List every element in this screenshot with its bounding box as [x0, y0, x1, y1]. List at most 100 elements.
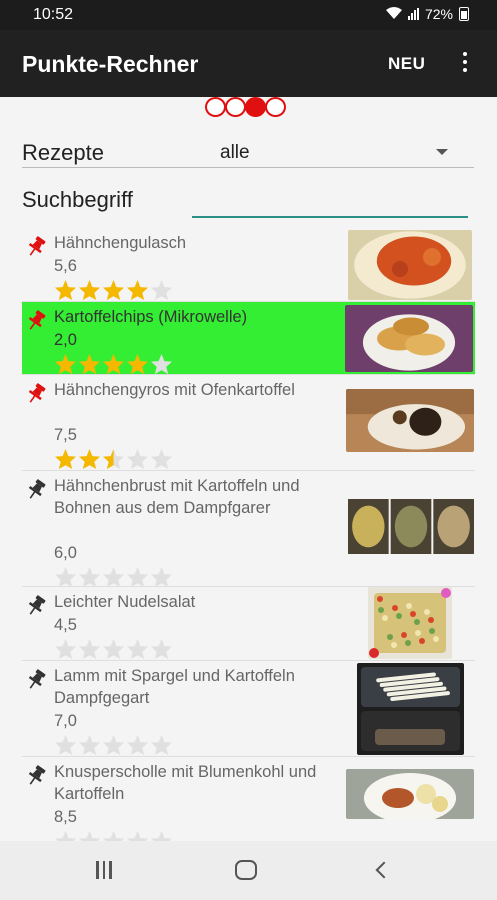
- recipe-filter-row: Rezepte alle: [22, 138, 474, 168]
- wifi-icon: [385, 6, 402, 22]
- pin-icon[interactable]: [26, 669, 46, 691]
- star-empty-icon[interactable]: [78, 638, 101, 660]
- recipe-points: 6,0: [54, 544, 77, 562]
- recipe-photo: [346, 389, 474, 452]
- recipe-filter-dropdown[interactable]: alle: [220, 142, 250, 164]
- recipe-points: 5,6: [54, 257, 77, 275]
- recipe-points: 7,0: [54, 712, 77, 730]
- recipe-filter-label: Rezepte: [22, 140, 104, 165]
- star-empty-icon[interactable]: [102, 566, 125, 588]
- pin-icon[interactable]: [26, 236, 46, 258]
- search-input[interactable]: [192, 184, 468, 218]
- rating-stars[interactable]: [54, 353, 173, 375]
- recipe-name: Hähnchenbrust mit Kartoffeln und Bohnen …: [54, 477, 300, 517]
- rating-stars[interactable]: [54, 566, 173, 588]
- recipe-list-item[interactable]: Leichter Nudelsalat 4,5: [22, 587, 475, 661]
- pin-icon[interactable]: [26, 765, 46, 787]
- recipe-name: Knusperscholle mit Blumenkohl und Kartof…: [54, 763, 317, 803]
- recipe-list-item[interactable]: Hähnchenbrust mit Kartoffeln und Bohnen …: [22, 471, 475, 588]
- recipe-list-item[interactable]: Kartoffelchips (Mikrowelle) 2,0: [22, 302, 475, 375]
- signal-icon: [407, 8, 419, 20]
- recipe-name: Hähnchengulasch: [54, 234, 187, 252]
- star-empty-icon[interactable]: [150, 566, 173, 588]
- star-filled-icon[interactable]: [126, 279, 149, 301]
- recipe-points: 2,0: [54, 331, 77, 349]
- star-filled-icon[interactable]: [54, 448, 77, 470]
- star-empty-icon[interactable]: [102, 734, 125, 756]
- recipe-photo: [368, 587, 452, 659]
- star-half-icon[interactable]: [102, 448, 125, 470]
- star-filled-icon[interactable]: [54, 353, 77, 375]
- star-empty-icon[interactable]: [102, 638, 125, 660]
- star-filled-icon[interactable]: [78, 279, 101, 301]
- star-empty-icon[interactable]: [78, 734, 101, 756]
- pin-icon[interactable]: [26, 310, 46, 332]
- star-empty-icon[interactable]: [126, 638, 149, 660]
- recipe-points: 7,5: [54, 426, 77, 444]
- star-empty-icon[interactable]: [78, 566, 101, 588]
- star-empty-icon[interactable]: [150, 734, 173, 756]
- app-bar: Punkte-Rechner NEU: [0, 30, 497, 97]
- status-icons: 72%: [385, 6, 469, 22]
- star-filled-icon[interactable]: [54, 279, 77, 301]
- page-indicator: [205, 97, 286, 117]
- rating-stars[interactable]: [54, 279, 173, 301]
- battery-icon: [459, 7, 469, 21]
- page-dot[interactable]: [265, 97, 286, 117]
- recipe-photo: [357, 663, 464, 755]
- star-filled-icon[interactable]: [78, 353, 101, 375]
- recipe-list-item[interactable]: Lamm mit Spargel und Kartoffeln Dampfgeg…: [22, 661, 475, 757]
- star-empty-icon[interactable]: [150, 638, 173, 660]
- star-empty-icon[interactable]: [54, 638, 77, 660]
- star-empty-icon[interactable]: [150, 830, 173, 841]
- star-empty-icon[interactable]: [126, 830, 149, 841]
- new-button[interactable]: NEU: [388, 54, 425, 74]
- star-empty-icon[interactable]: [78, 830, 101, 841]
- star-empty-icon[interactable]: [126, 448, 149, 470]
- star-empty-icon[interactable]: [126, 566, 149, 588]
- pin-icon[interactable]: [26, 383, 46, 405]
- recipe-photo: [347, 499, 475, 554]
- star-empty-icon[interactable]: [126, 734, 149, 756]
- star-filled-icon[interactable]: [78, 448, 101, 470]
- pin-icon[interactable]: [26, 479, 46, 501]
- rating-stars[interactable]: [54, 734, 173, 756]
- recipe-name: Hähnchengyros mit Ofenkartoffel: [54, 381, 295, 399]
- recent-apps-icon[interactable]: [96, 861, 112, 879]
- rating-stars[interactable]: [54, 638, 173, 660]
- home-icon[interactable]: [235, 860, 257, 880]
- star-empty-icon[interactable]: [150, 448, 173, 470]
- recipe-name: Kartoffelchips (Mikrowelle): [54, 308, 248, 326]
- page-dot[interactable]: [225, 97, 246, 117]
- status-bar: 10:52 72%: [0, 0, 497, 30]
- recipe-list[interactable]: Hähnchengulasch 5,6 Kartoffelchips (Mikrow…: [22, 228, 475, 841]
- pin-icon[interactable]: [26, 595, 46, 617]
- recipe-list-item[interactable]: Knusperscholle mit Blumenkohl und Kartof…: [22, 757, 475, 841]
- back-icon[interactable]: [375, 861, 393, 879]
- star-empty-icon[interactable]: [102, 830, 125, 841]
- star-empty-icon[interactable]: [150, 279, 173, 301]
- more-options-icon[interactable]: [459, 52, 471, 76]
- star-filled-icon[interactable]: [102, 353, 125, 375]
- star-filled-icon[interactable]: [102, 279, 125, 301]
- dropdown-arrow-icon[interactable]: [436, 149, 448, 155]
- page-dot-active[interactable]: [245, 97, 266, 117]
- page-dot[interactable]: [205, 97, 226, 117]
- recipe-list-item[interactable]: Hähnchengulasch 5,6: [22, 228, 475, 302]
- recipe-list-item[interactable]: Hähnchengyros mit Ofenkartoffel 7,5: [22, 375, 475, 471]
- recipe-points: 8,5: [54, 808, 77, 826]
- star-filled-icon[interactable]: [126, 353, 149, 375]
- recipe-photo: [348, 230, 472, 300]
- search-label: Suchbegriff: [22, 187, 133, 212]
- recipe-photo: [346, 769, 474, 819]
- recipe-photo: [345, 305, 473, 372]
- star-empty-icon[interactable]: [54, 830, 77, 841]
- rating-stars[interactable]: [54, 448, 173, 470]
- star-empty-icon[interactable]: [54, 566, 77, 588]
- battery-percent: 72%: [424, 6, 453, 22]
- recipe-name: Lamm mit Spargel und Kartoffeln Dampfgeg…: [54, 667, 295, 707]
- star-empty-icon[interactable]: [54, 734, 77, 756]
- search-row: Suchbegriff: [22, 184, 474, 220]
- rating-stars[interactable]: [54, 830, 173, 841]
- star-empty-icon[interactable]: [150, 353, 173, 375]
